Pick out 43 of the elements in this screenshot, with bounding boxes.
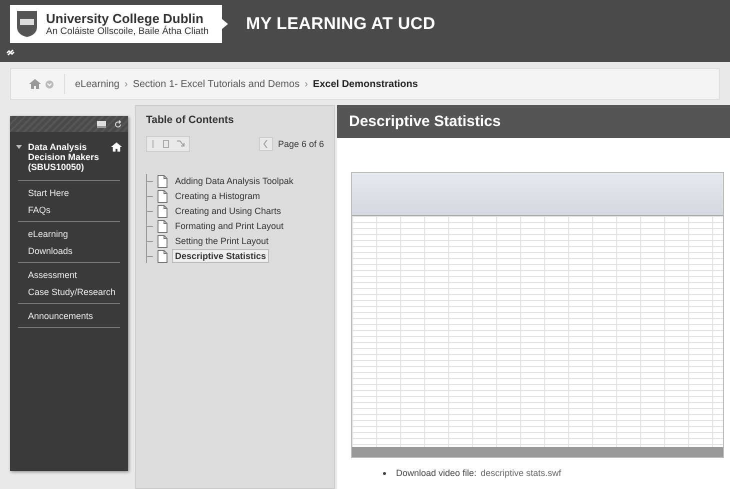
chevron-left-icon <box>263 140 268 148</box>
breadcrumb-separator: › <box>123 78 129 90</box>
toc-item[interactable]: Creating and Using Charts <box>172 204 284 218</box>
collapse-caret-icon[interactable] <box>16 145 22 149</box>
menu-item[interactable]: Announcements <box>18 311 120 321</box>
document-icon <box>157 190 168 202</box>
crest-logo <box>16 10 38 38</box>
document-icon <box>157 234 168 248</box>
menu-item[interactable]: FAQs <box>18 205 120 215</box>
download-link[interactable]: descriptive stats.swf <box>480 468 562 478</box>
toc-item[interactable]: Creating a Histogram <box>172 189 264 203</box>
breadcrumb-link[interactable]: Section 1- Excel Tutorials and Demos <box>130 78 302 90</box>
breadcrumb-link[interactable]: eLearning <box>73 78 122 90</box>
site-title: MY LEARNING AT UCD <box>246 14 436 34</box>
university-name: University College Dublin <box>46 10 204 26</box>
page-indicator: Page 6 of 6 <box>278 139 324 149</box>
breadcrumb-current: Excel Demonstrations <box>312 78 419 90</box>
panel-title: Table of Contents <box>146 114 235 126</box>
content-title: Descriptive Statistics <box>337 105 730 138</box>
document-icon <box>157 250 168 262</box>
document-icon <box>157 220 168 232</box>
menu-item[interactable]: Start Here <box>18 188 120 198</box>
dropdown-icon[interactable] <box>45 80 54 88</box>
window-icon[interactable] <box>97 120 106 128</box>
document-icon <box>157 174 168 188</box>
menu-item[interactable]: eLearning <box>18 229 120 239</box>
link-icon[interactable] <box>6 48 15 57</box>
toc-item[interactable]: Formating and Print Layout <box>172 219 287 233</box>
menu-item[interactable]: Case Study/Research <box>18 287 120 297</box>
toc-item[interactable]: Setting the Print Layout <box>172 234 272 248</box>
university-irish-name: An Coláiste Ollscoile, Baile Átha Cliath <box>46 26 209 38</box>
toc-item[interactable]: Adding Data Analysis Toolpak <box>172 174 296 188</box>
document-icon <box>157 204 168 218</box>
toc-item[interactable]: Descriptive Statistics <box>172 249 270 263</box>
download-label: Download video file: <box>396 468 477 478</box>
refresh-icon[interactable] <box>114 120 122 128</box>
previous-page-button[interactable] <box>258 137 273 151</box>
video-frame-placeholder[interactable] <box>351 172 724 458</box>
menu-item[interactable]: Downloads <box>18 246 120 256</box>
breadcrumb-separator: › <box>304 78 309 90</box>
home-icon[interactable] <box>111 142 122 152</box>
course-title[interactable]: Data Analysis Decision Makers (SBUS10050) <box>28 142 105 172</box>
menu-item[interactable]: Assessment <box>18 270 120 280</box>
